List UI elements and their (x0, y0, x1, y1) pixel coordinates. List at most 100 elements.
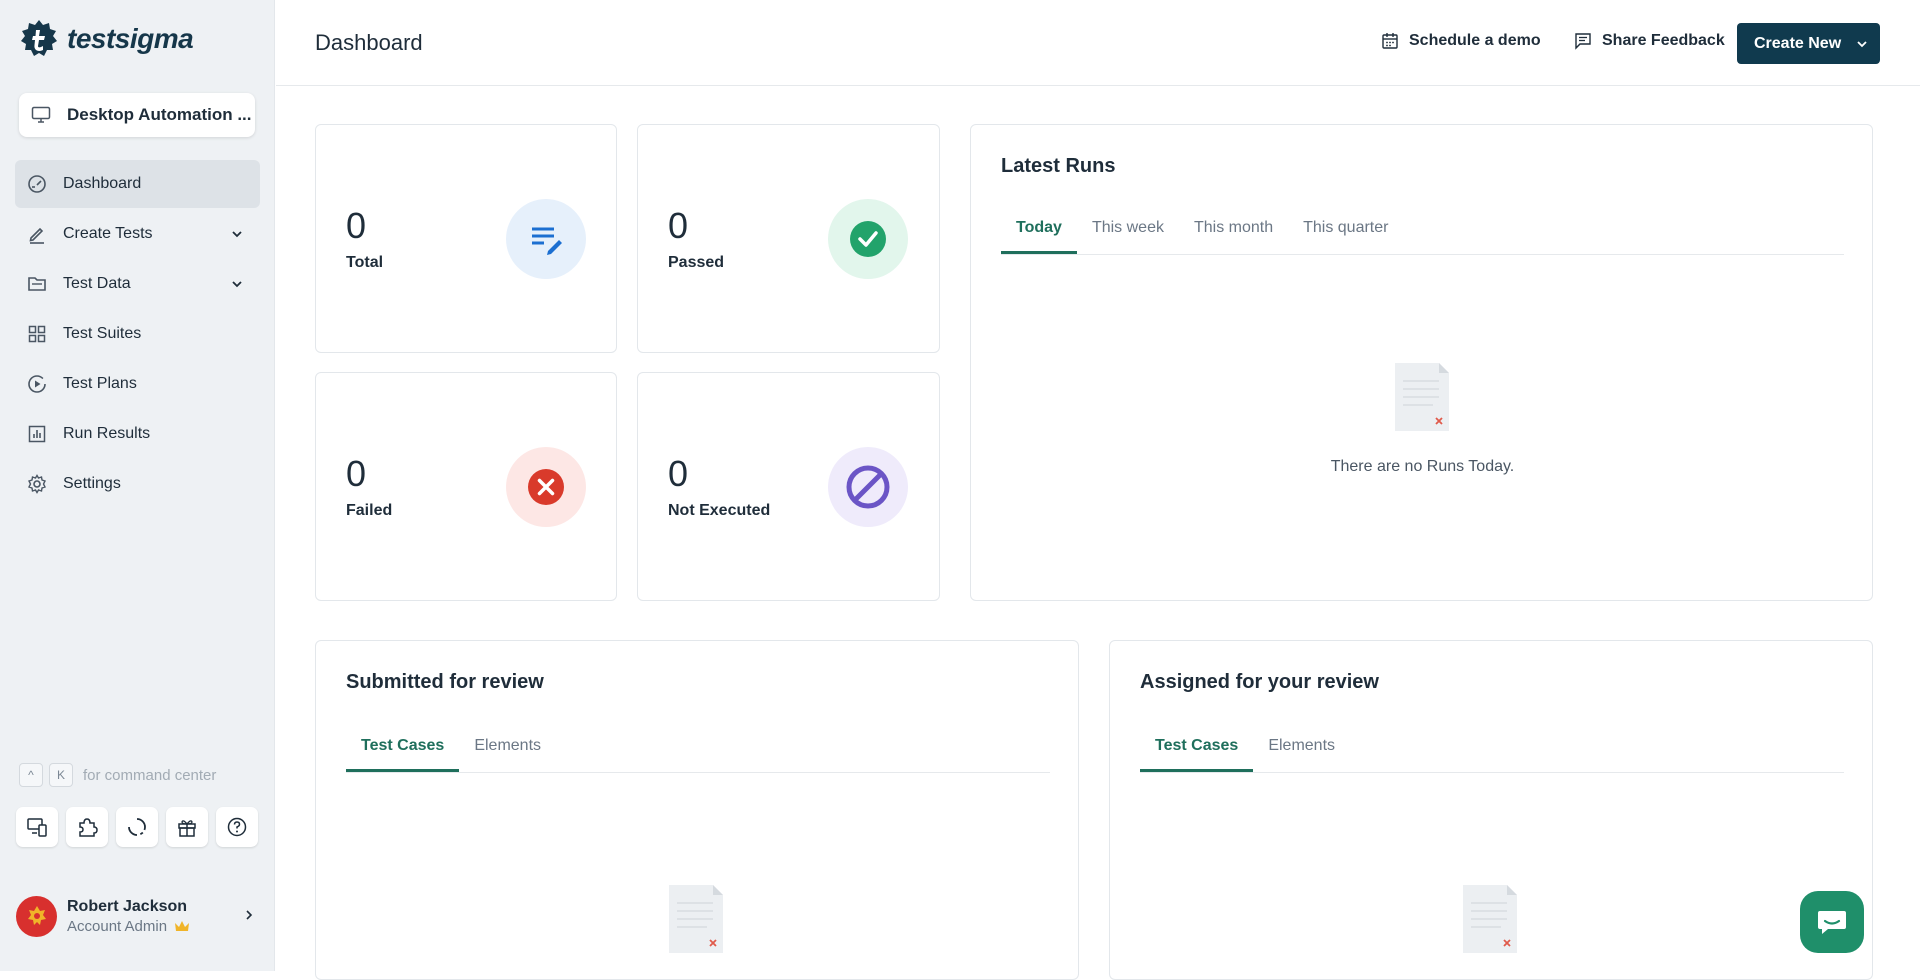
empty-state-text: There are no Runs Today. (1330, 458, 1515, 475)
user-info: Robert Jackson Account Admin (67, 898, 190, 935)
stat-label: Failed (346, 502, 393, 519)
stat-icon-bg (506, 199, 586, 279)
message-icon (1575, 33, 1591, 50)
user-role: Account Admin (67, 917, 168, 935)
workspace-label: Desktop Automation ... (67, 105, 252, 124)
pencil-icon (29, 227, 44, 244)
tab-elements[interactable]: Elements (459, 727, 556, 772)
share-feedback-button[interactable]: Share Feedback (1574, 32, 1725, 50)
stat-card-passed[interactable]: 0 Passed (637, 124, 940, 353)
stat-value: 0 (668, 205, 689, 246)
list-edit-icon (532, 227, 562, 255)
user-profile[interactable]: Robert Jackson Account Admin (16, 894, 256, 938)
stat-label: Not Executed (668, 502, 771, 519)
create-new-button[interactable]: Create New (1737, 23, 1880, 64)
play-circle-icon (28, 375, 46, 393)
command-center-text: for command center (83, 766, 217, 784)
tab-this-quarter[interactable]: This quarter (1288, 209, 1403, 254)
gauge-icon (28, 175, 46, 193)
command-center-hint[interactable]: ^ K for command center (19, 763, 216, 787)
chat-widget-button[interactable] (1800, 891, 1864, 953)
stat-card-not-executed[interactable]: 0 Not Executed (637, 372, 940, 601)
calendar-icon (1382, 33, 1398, 49)
gear-icon (28, 474, 46, 494)
create-new-label: Create New (1754, 34, 1842, 52)
addons-button[interactable] (66, 807, 108, 847)
avatar-crest-icon (27, 906, 46, 925)
stat-value: 0 (668, 453, 689, 494)
desktop-mobile-button[interactable] (16, 807, 58, 847)
stat-card-failed[interactable]: 0 Failed (315, 372, 617, 601)
sidebar-item-label: Settings (63, 475, 121, 492)
gift-icon (178, 820, 196, 837)
ban-icon (846, 465, 890, 509)
share-feedback-label: Share Feedback (1602, 32, 1725, 49)
tab-today[interactable]: Today (1001, 209, 1077, 254)
tab-test-cases[interactable]: Test Cases (346, 727, 460, 772)
chevron-down-icon[interactable] (1852, 34, 1872, 54)
sidebar-item-test-plans[interactable]: Test Plans (15, 360, 260, 408)
stat-card-total[interactable]: 0 Total (315, 124, 617, 353)
user-name: Robert Jackson (67, 897, 188, 915)
sidebar-item-dashboard[interactable]: Dashboard (15, 160, 260, 208)
x-circle-icon (528, 469, 564, 505)
monitor-icon (31, 106, 51, 123)
chat-icon (1818, 911, 1846, 934)
panel-title: Assigned for your review (1140, 671, 1379, 693)
help-icon (227, 817, 247, 837)
stat-value: 0 (346, 453, 367, 494)
check-circle-icon (850, 221, 886, 257)
tab-test-cases[interactable]: Test Cases (1140, 727, 1254, 772)
schedule-demo-button[interactable]: Schedule a demo (1381, 32, 1541, 50)
stat-icon-bg (506, 447, 586, 527)
sidebar-item-label: Test Suites (63, 325, 142, 342)
panel-title: Latest Runs (1001, 155, 1116, 177)
chevron-down-icon[interactable] (230, 277, 244, 291)
assigned-review-panel: Assigned for your review Test Cases Elem… (1109, 640, 1873, 980)
logo[interactable]: testsigma (19, 19, 194, 59)
stat-value: 0 (346, 205, 367, 246)
workspace-selector[interactable]: Desktop Automation ... (19, 93, 255, 137)
sidebar-item-create-tests[interactable]: Create Tests (15, 210, 260, 258)
testsigma-logo-icon (21, 20, 57, 56)
k-key: K (49, 763, 73, 787)
chevron-down-icon[interactable] (230, 227, 244, 241)
top-bar: Dashboard Schedule a demo Share Feedback… (276, 0, 1920, 86)
panel-title: Submitted for review (346, 671, 544, 693)
latest-runs-tabs: Today This week This month This quarter (1001, 209, 1844, 255)
grid-icon (28, 325, 46, 343)
sidebar-item-settings[interactable]: Settings (15, 460, 260, 508)
help-button[interactable] (216, 807, 258, 847)
stat-icon-bg (828, 199, 908, 279)
submitted-review-panel: Submitted for review Test Cases Elements (315, 640, 1079, 980)
sidebar: testsigma Desktop Automation ... Dashboa… (0, 0, 275, 971)
stat-label: Passed (668, 254, 725, 271)
schedule-demo-label: Schedule a demo (1409, 32, 1541, 49)
logo-text: testsigma (67, 23, 194, 54)
sidebar-item-test-suites[interactable]: Test Suites (15, 310, 260, 358)
sync-button[interactable] (116, 807, 158, 847)
bar-chart-icon (28, 425, 46, 443)
latest-runs-panel: Latest Runs Today This week This month T… (970, 124, 1873, 601)
sidebar-item-label: Test Data (63, 275, 131, 292)
ctrl-key: ^ (19, 763, 43, 787)
empty-document-icon (1463, 885, 1517, 953)
sidebar-nav: Dashboard Create Tests Test Data Test Su… (15, 160, 260, 510)
sidebar-item-label: Create Tests (63, 225, 153, 242)
tab-this-week[interactable]: This week (1077, 209, 1179, 254)
tab-this-month[interactable]: This month (1179, 209, 1288, 254)
stat-label: Total (346, 254, 384, 271)
sidebar-item-label: Test Plans (63, 375, 137, 392)
empty-document-icon (1395, 363, 1449, 431)
sidebar-item-run-results[interactable]: Run Results (15, 410, 260, 458)
sidebar-item-test-data[interactable]: Test Data (15, 260, 260, 308)
empty-document-icon (669, 885, 723, 953)
tab-elements[interactable]: Elements (1253, 727, 1350, 772)
assigned-review-tabs: Test Cases Elements (1140, 727, 1844, 773)
user-role-row: Account Admin (67, 918, 190, 935)
refresh-icon (128, 818, 146, 836)
chevron-right-icon[interactable] (242, 908, 256, 922)
whats-new-button[interactable] (166, 807, 208, 847)
sidebar-item-label: Run Results (63, 425, 151, 442)
stat-icon-bg (828, 447, 908, 527)
